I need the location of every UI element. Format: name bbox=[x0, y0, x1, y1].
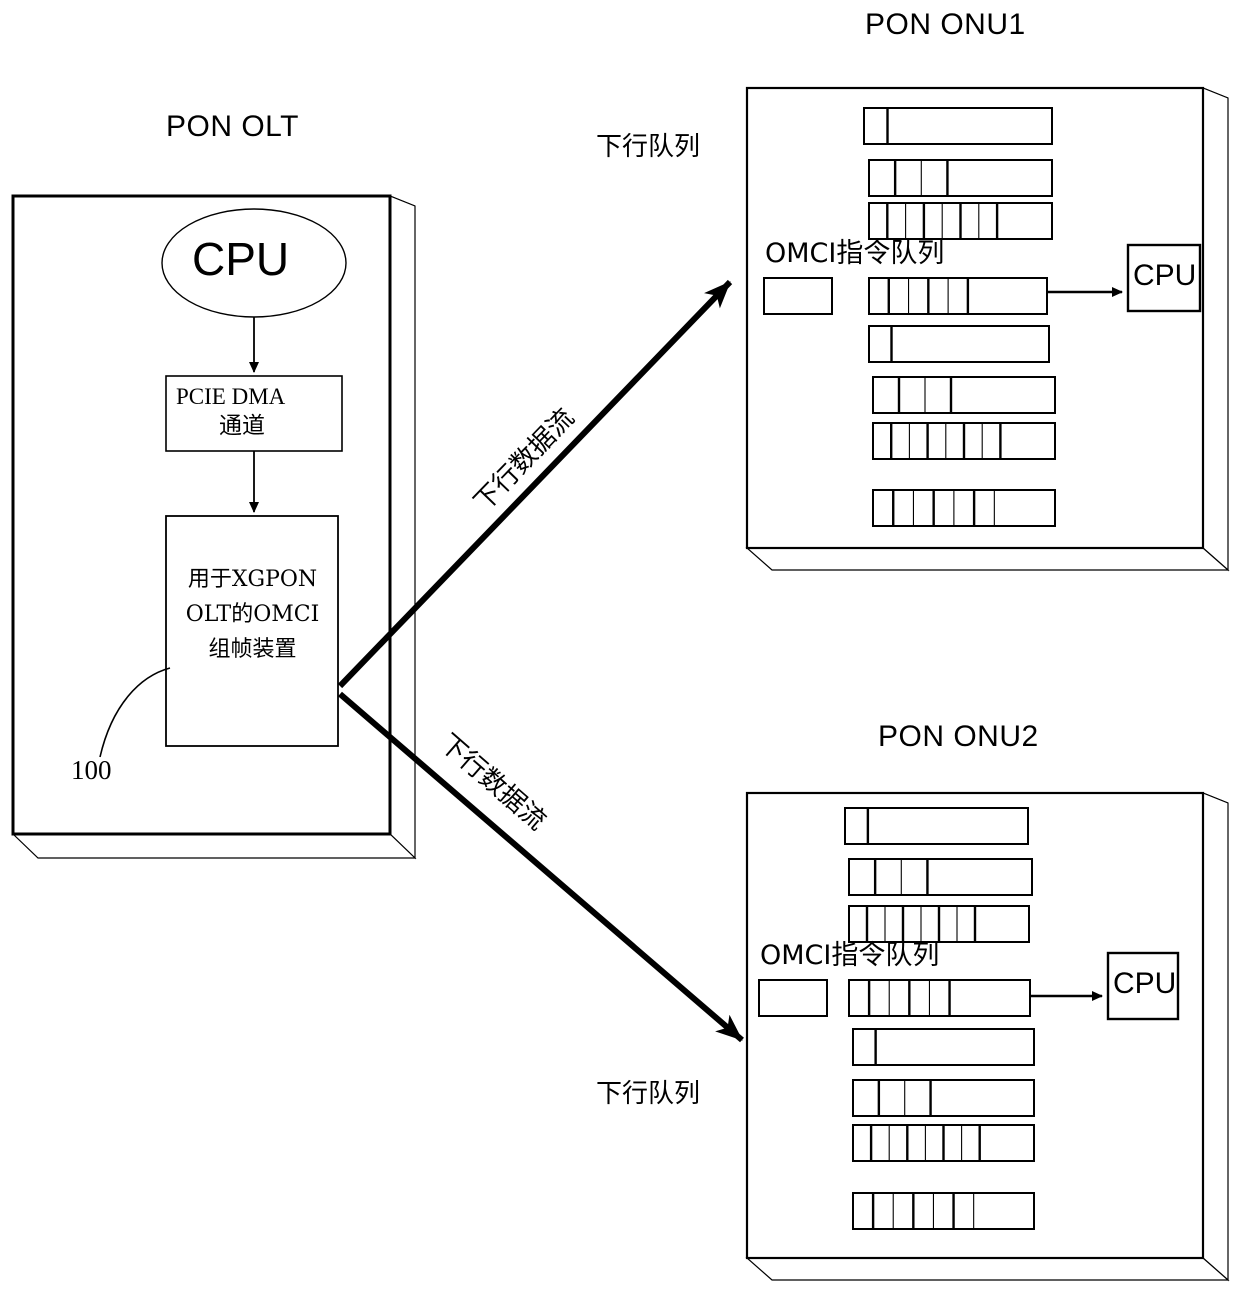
queue-bar-outline bbox=[852, 1028, 1035, 1066]
olt-reference-numeral: 100 bbox=[71, 755, 112, 785]
onu2-downlink-queue-label: 下行队列 bbox=[596, 1079, 701, 1109]
pcie-dma-label-line1: PCIE DMA bbox=[176, 384, 286, 409]
queue-bar bbox=[852, 1124, 1035, 1162]
queue-bar bbox=[848, 979, 1031, 1017]
onu1-omci-queue-label: OMCI指令队列 bbox=[765, 238, 945, 269]
omci-framing-device-label-line2: OLT的OMCI bbox=[185, 602, 320, 627]
queue-bar bbox=[848, 858, 1033, 896]
queue-bar-outline bbox=[848, 979, 1031, 1017]
queue-bar bbox=[872, 489, 1056, 527]
onu2-omci-queue-marker-box bbox=[758, 979, 828, 1017]
queue-bar-outline bbox=[848, 858, 1033, 896]
onu1-downlink-queue-label: 下行队列 bbox=[596, 132, 701, 162]
onu2-cpu-label: CPU bbox=[1113, 967, 1177, 1000]
onu2-title: PON ONU2 bbox=[878, 720, 1039, 753]
queue-bar bbox=[863, 107, 1053, 145]
downlink-flow-arrow-onu2 bbox=[338, 691, 744, 1043]
queue-bar-outline bbox=[872, 376, 1056, 414]
queue-bar-outline bbox=[852, 1079, 1035, 1117]
diagram-canvas: PON OLT CPU PCIE DMA 通道 用于XGPON OLT的OMCI… bbox=[0, 0, 1240, 1293]
queue-bar-outline bbox=[868, 325, 1050, 363]
onu1-cpu-label: CPU bbox=[1133, 259, 1197, 292]
queue-bar-outline bbox=[868, 159, 1053, 197]
queue-bar-outline bbox=[868, 277, 1048, 315]
omci-framing-device-label-line3: 组帧装置 bbox=[208, 637, 297, 662]
queue-bar bbox=[852, 1079, 1035, 1117]
queue-bar-outline bbox=[863, 107, 1053, 145]
queue-bar bbox=[868, 159, 1053, 197]
queue-bar bbox=[868, 277, 1048, 315]
onu1-omci-queue-marker-box bbox=[763, 277, 833, 315]
queue-bar-outline bbox=[852, 1192, 1035, 1230]
olt-cpu-label: CPU bbox=[192, 233, 290, 285]
omci-framing-device-box bbox=[165, 515, 339, 747]
queue-bar-outline bbox=[844, 807, 1029, 845]
queue-bar bbox=[872, 376, 1056, 414]
olt-title: PON OLT bbox=[166, 110, 299, 143]
queue-bar bbox=[844, 807, 1029, 845]
queue-bar bbox=[852, 1028, 1035, 1066]
queue-bar bbox=[868, 202, 1053, 240]
omci-framing-device-label-line1: 用于XGPON bbox=[187, 567, 318, 592]
queue-bar-outline bbox=[872, 489, 1056, 527]
queue-bar bbox=[872, 422, 1056, 460]
queue-bar bbox=[868, 325, 1050, 363]
queue-bar bbox=[848, 905, 1030, 943]
onu2-omci-queue-label: OMCI指令队列 bbox=[760, 940, 940, 971]
pcie-dma-label-line2: 通道 bbox=[219, 413, 265, 439]
queue-bar bbox=[852, 1192, 1035, 1230]
onu1-title: PON ONU1 bbox=[865, 8, 1026, 41]
